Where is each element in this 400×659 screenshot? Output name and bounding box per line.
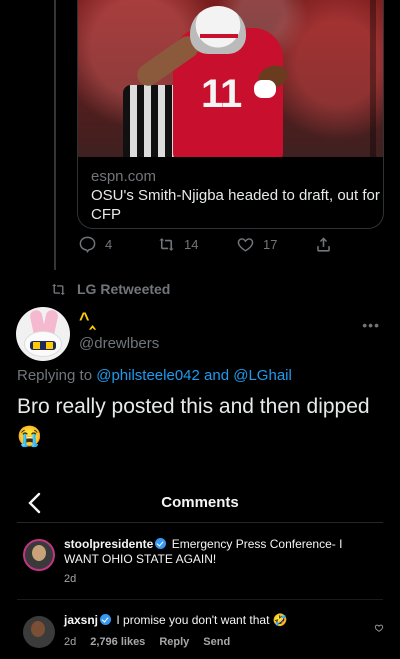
share-icon — [317, 236, 330, 252]
heart-icon — [374, 624, 384, 632]
retweet-action[interactable]: 14 — [157, 232, 198, 256]
reply-conjunction: and — [199, 367, 234, 384]
comment-time: 2d — [64, 573, 77, 585]
comment-message: I promise you don't want that 🤣 — [116, 613, 288, 627]
comment-text: jaxsnj I promise you don't want that 🤣 — [64, 613, 364, 628]
comments-title: Comments — [161, 494, 239, 511]
retweeted-by-header[interactable]: LG Retweeted — [50, 280, 170, 298]
retweet-count: 14 — [184, 236, 199, 252]
retweet-icon — [52, 283, 65, 295]
author-display-name[interactable]: ^‸ — [79, 309, 96, 330]
player-glove — [254, 80, 276, 98]
comment-likes: 2,796 likes — [90, 636, 146, 648]
divider — [17, 522, 383, 523]
michigan-logo-badge — [30, 341, 56, 350]
mention-link[interactable]: @LGhail — [233, 367, 292, 384]
comment-meta: 2d 2,796 likes Reply Send — [64, 636, 230, 648]
mention-link[interactable]: @philsteele042 — [96, 367, 200, 384]
comment-reply-label: Reply — [159, 636, 190, 648]
reply-icon — [79, 236, 96, 253]
author-avatar[interactable] — [16, 307, 70, 361]
retweeted-by-label: LG Retweeted — [77, 281, 171, 297]
comment-send-label: Send — [203, 636, 231, 648]
verified-badge-icon — [100, 614, 112, 625]
player-helmet — [190, 6, 246, 54]
image-edge-shadow — [370, 0, 376, 157]
card-title[interactable]: OSU's Smith-Njigba headed to draft, out … — [91, 186, 381, 224]
comment-meta: 2d — [64, 573, 76, 585]
replying-to-line: Replying to @philsteele042 and @LGhail — [17, 367, 292, 384]
link-preview-image[interactable]: 11 — [78, 0, 383, 157]
comment-username: jaxsnj — [64, 613, 99, 627]
comment-time: 2d — [64, 636, 77, 648]
comment-avatar — [23, 616, 55, 648]
more-options-icon[interactable]: ••• — [362, 317, 380, 333]
verified-badge-icon — [155, 538, 167, 549]
divider — [17, 599, 383, 600]
share-action[interactable] — [314, 232, 333, 256]
retweet-icon — [159, 237, 174, 251]
author-username[interactable]: @drewlbers — [79, 335, 159, 352]
link-preview-card[interactable]: 11 espn.com OSU's Smith-Njigba headed to… — [77, 0, 384, 229]
crying-emoji: 😭 — [17, 426, 42, 448]
tweet-text: Bro really posted this and then dipped — [17, 395, 370, 418]
reply-action[interactable]: 4 — [78, 232, 112, 256]
replying-to-prefix: Replying to — [17, 367, 97, 384]
thread-connector-line — [54, 0, 56, 270]
comment-text: stoolpresidente Emergency Press Conferen… — [64, 537, 374, 567]
like-count: 17 — [263, 236, 278, 252]
reply-count: 4 — [105, 236, 113, 252]
attached-comments-image[interactable]: Comments stoolpresidente Emergency Press… — [17, 480, 384, 659]
tweet-action-bar: 4 14 17 — [78, 232, 338, 256]
card-domain: espn.com — [91, 168, 157, 185]
jersey-number: 11 — [201, 72, 242, 116]
heart-icon — [237, 237, 254, 252]
comment-avatar — [23, 539, 55, 571]
comment-username: stoolpresidente — [64, 537, 154, 551]
like-action[interactable]: 17 — [236, 232, 277, 256]
